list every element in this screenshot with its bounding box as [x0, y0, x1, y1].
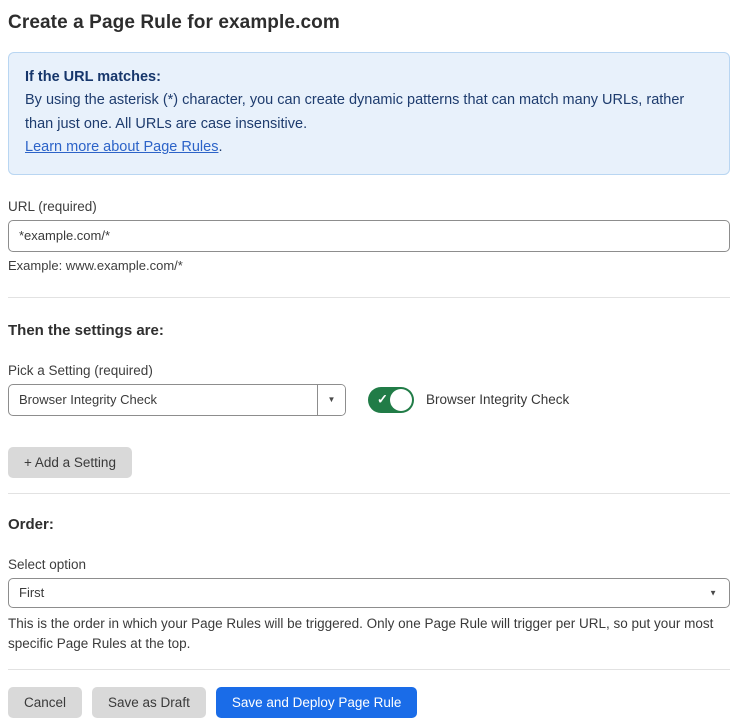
setting-dropdown-value: Browser Integrity Check: [9, 385, 317, 415]
toggle-knob: [390, 389, 412, 411]
browser-integrity-check-toggle[interactable]: ✓: [368, 387, 414, 413]
divider: [8, 669, 730, 670]
setting-row: Browser Integrity Check ▼ ✓ Browser Inte…: [8, 384, 730, 416]
url-input[interactable]: [8, 220, 730, 252]
cancel-button[interactable]: Cancel: [8, 687, 82, 718]
order-select-value: First: [19, 585, 44, 600]
chevron-down-icon: ▼: [328, 395, 336, 404]
order-section-heading: Order:: [8, 516, 730, 533]
order-helper-text: This is the order in which your Page Rul…: [8, 614, 730, 653]
info-box-heading: If the URL matches:: [25, 66, 713, 89]
footer-buttons: Cancel Save as Draft Save and Deploy Pag…: [8, 687, 730, 718]
learn-more-link[interactable]: Learn more about Page Rules: [25, 139, 218, 155]
toggle-label: Browser Integrity Check: [426, 392, 569, 407]
link-suffix: .: [218, 139, 222, 155]
setting-toggle-wrap: ✓ Browser Integrity Check: [368, 387, 569, 413]
chevron-down-icon: ▼: [709, 588, 717, 597]
add-setting-button[interactable]: + Add a Setting: [8, 447, 132, 478]
save-as-draft-button[interactable]: Save as Draft: [92, 687, 206, 718]
pick-setting-label: Pick a Setting (required): [8, 363, 730, 378]
setting-dropdown-arrow-button[interactable]: ▼: [317, 385, 345, 415]
url-field-label: URL (required): [8, 199, 730, 214]
page-rule-form: Create a Page Rule for example.com If th…: [0, 0, 750, 718]
check-icon: ✓: [377, 392, 388, 408]
page-title: Create a Page Rule for example.com: [8, 12, 730, 34]
setting-dropdown[interactable]: Browser Integrity Check ▼: [8, 384, 346, 416]
url-example-helper: Example: www.example.com/*: [8, 258, 730, 273]
divider: [8, 493, 730, 494]
url-match-info-box: If the URL matches: By using the asteris…: [8, 52, 730, 175]
order-select[interactable]: First ▼: [8, 578, 730, 608]
info-box-body: By using the asterisk (*) character, you…: [25, 89, 713, 136]
settings-section-heading: Then the settings are:: [8, 322, 730, 339]
save-and-deploy-button[interactable]: Save and Deploy Page Rule: [216, 687, 418, 718]
info-box-link-line: Learn more about Page Rules.: [25, 136, 713, 159]
order-select-label: Select option: [8, 557, 730, 572]
divider: [8, 297, 730, 298]
